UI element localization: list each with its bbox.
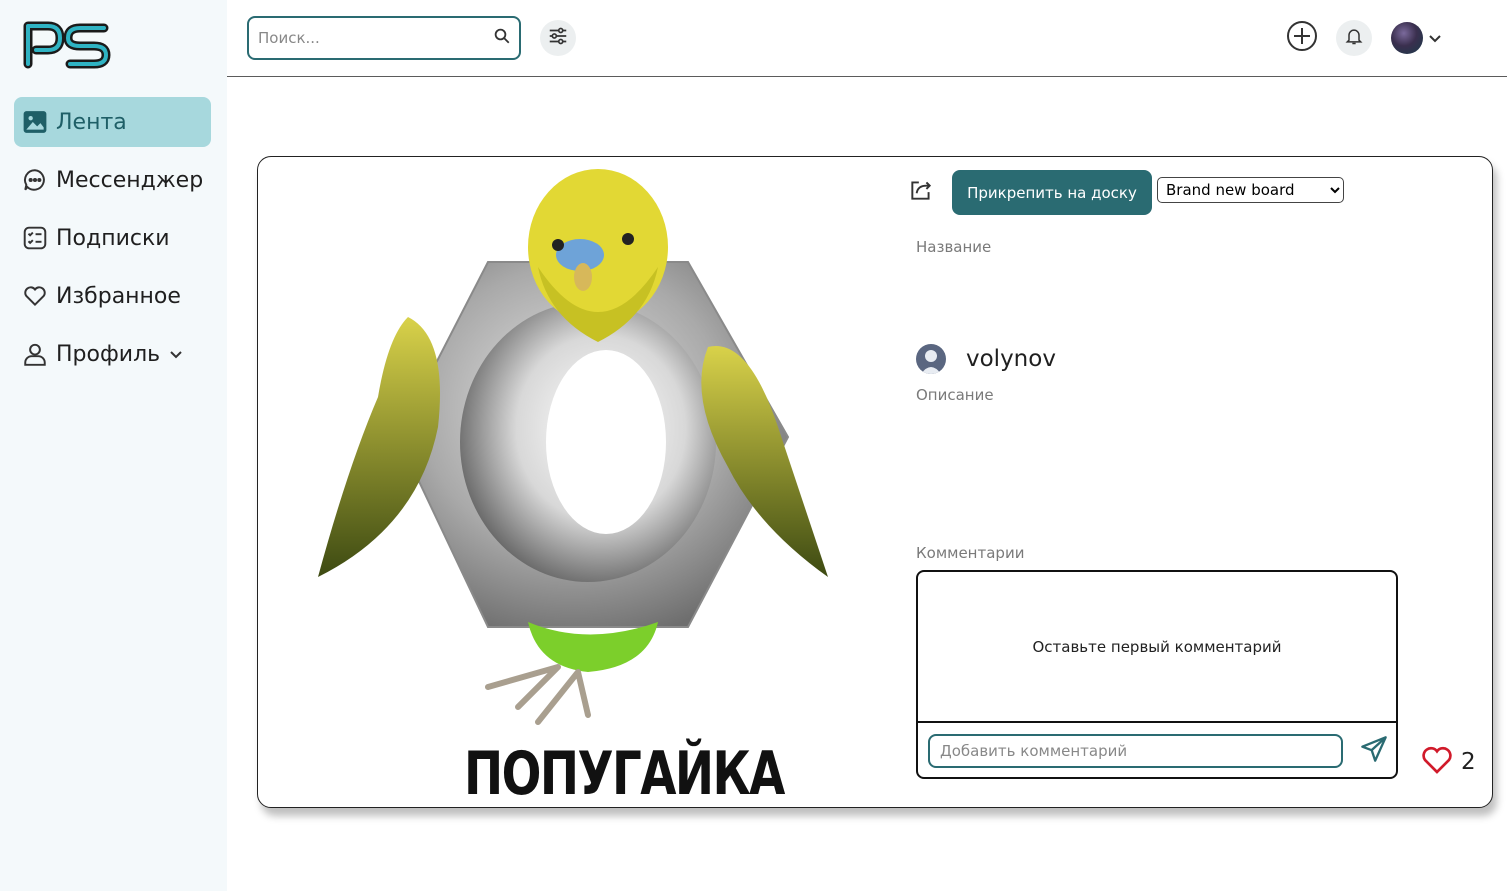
send-comment-button[interactable] <box>1358 736 1390 766</box>
title-label: Название <box>916 238 992 256</box>
sidebar-item-label: Мессенджер <box>56 167 204 193</box>
pin-image[interactable]: ПОПУГАЙКА <box>288 167 868 807</box>
create-pin-button[interactable] <box>1285 21 1319 55</box>
sidebar-nav: Лента Мессенджер Подписки Избранное Проф… <box>14 97 211 387</box>
top-header <box>227 0 1507 77</box>
avatar[interactable] <box>1391 22 1423 54</box>
sidebar-item-label: Подписки <box>56 225 170 251</box>
filter-button[interactable] <box>540 20 576 56</box>
search-box <box>247 16 521 60</box>
heart-icon[interactable] <box>1421 745 1453 779</box>
likes[interactable]: 2 <box>1421 745 1476 779</box>
author[interactable]: volynov <box>916 344 1056 374</box>
avatar[interactable] <box>916 344 946 374</box>
send-icon <box>1360 735 1388 767</box>
pin-to-board-button[interactable]: Прикрепить на доску <box>952 170 1152 215</box>
comment-input[interactable] <box>928 734 1343 768</box>
sidebar: Лента Мессенджер Подписки Избранное Проф… <box>0 0 227 891</box>
sidebar-item-subscriptions[interactable]: Подписки <box>14 213 211 263</box>
sidebar-item-feed[interactable]: Лента <box>14 97 211 147</box>
chevron-down-icon[interactable] <box>168 346 184 362</box>
likes-count: 2 <box>1461 749 1476 775</box>
sidebar-item-favorites[interactable]: Избранное <box>14 271 211 321</box>
sidebar-item-profile[interactable]: Профиль <box>14 329 211 379</box>
sidebar-item-messenger[interactable]: Мессенджер <box>14 155 211 205</box>
app-logo[interactable] <box>22 18 112 70</box>
comments-label: Комментарии <box>916 544 1025 562</box>
sidebar-item-label: Избранное <box>56 283 181 309</box>
board-select[interactable]: Brand new board <box>1157 177 1344 203</box>
checklist-icon <box>22 225 48 251</box>
chat-bubble-icon <box>22 167 48 193</box>
sliders-icon <box>547 25 569 51</box>
share-icon <box>908 177 934 207</box>
description-label: Описание <box>916 386 994 404</box>
search-input[interactable] <box>258 29 493 47</box>
bell-icon <box>1344 26 1364 50</box>
pin-caption: ПОПУГАЙКА <box>464 739 785 808</box>
plus-circle-icon <box>1286 20 1318 56</box>
user-menu[interactable] <box>1391 22 1443 54</box>
sidebar-item-label: Профиль <box>56 341 161 367</box>
comments-box: Оставьте первый комментарий <box>916 570 1398 779</box>
sidebar-item-label: Лента <box>56 109 127 135</box>
image-icon <box>22 109 48 135</box>
heart-icon <box>22 283 48 309</box>
user-icon <box>22 341 48 367</box>
notifications-button[interactable] <box>1336 20 1372 56</box>
comments-empty-text: Оставьте первый комментарий <box>918 572 1396 723</box>
chevron-down-icon[interactable] <box>1427 30 1443 46</box>
pin-card: ПОПУГАЙКА Прикрепить на доску Brand new … <box>257 156 1493 808</box>
author-name[interactable]: volynov <box>966 346 1056 372</box>
search-icon[interactable] <box>493 27 511 49</box>
share-button[interactable] <box>906 177 936 207</box>
